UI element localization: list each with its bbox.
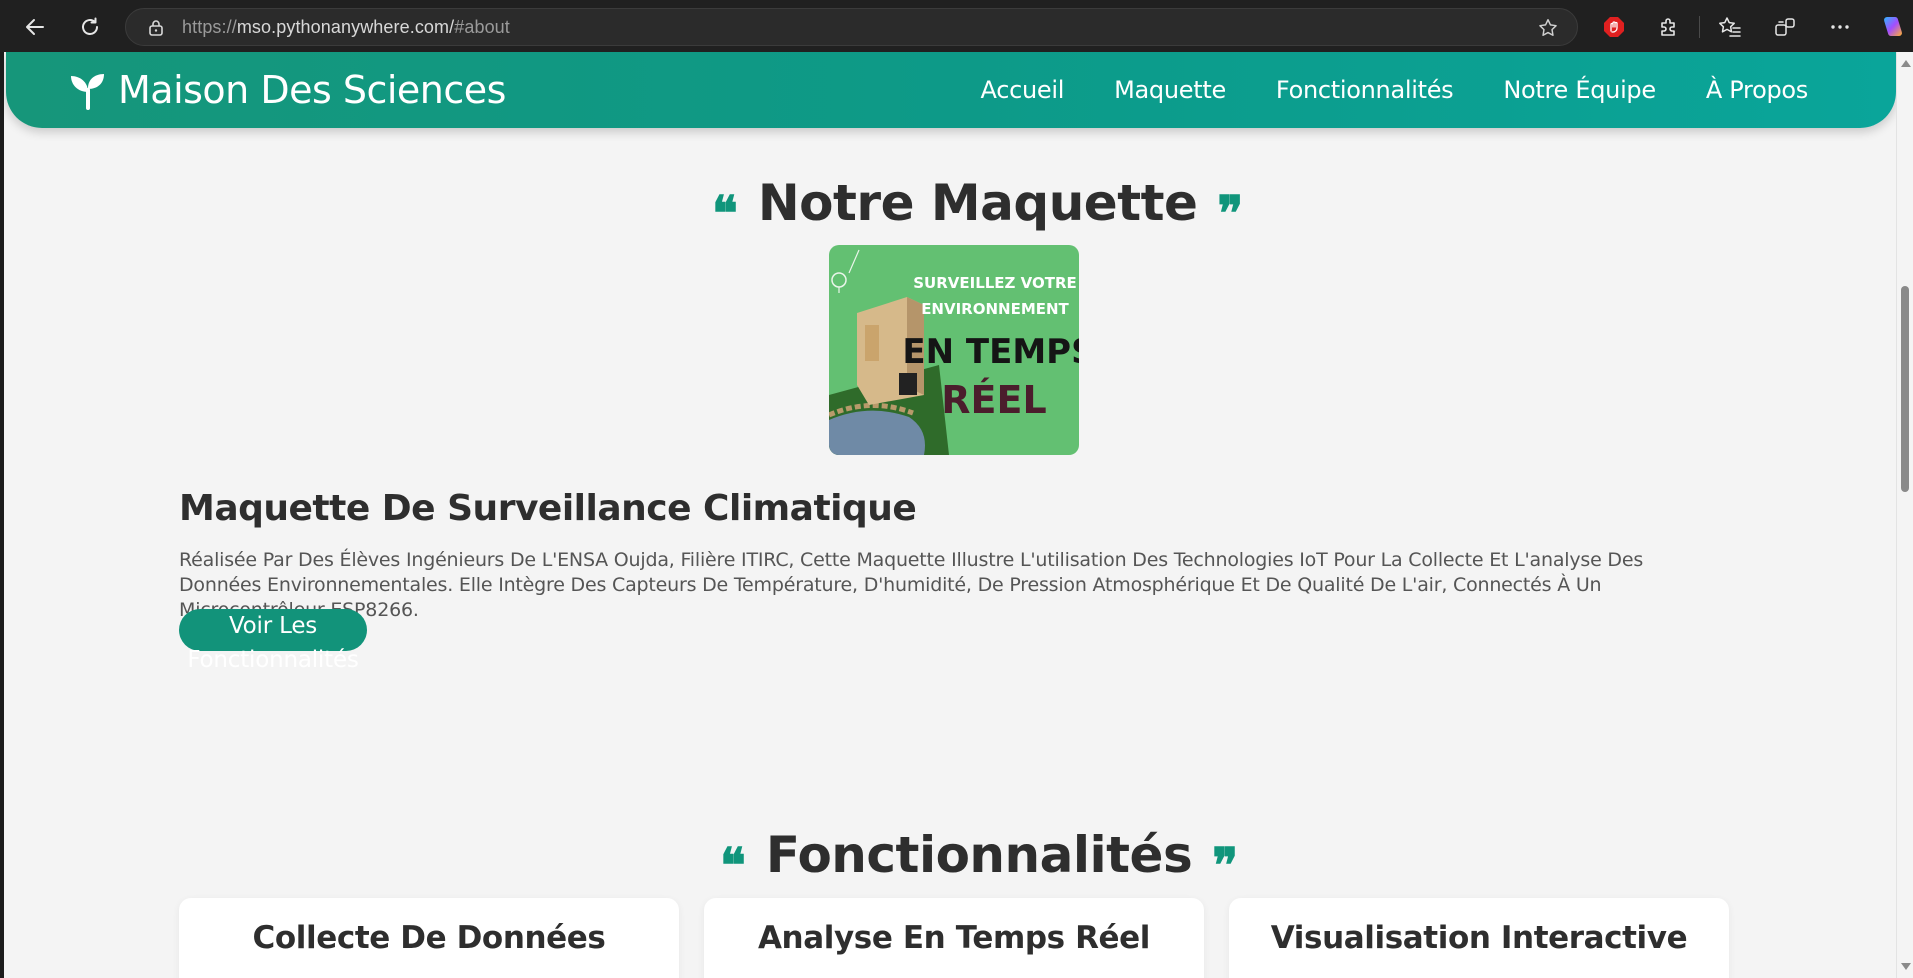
nav-link-fonctionnalites[interactable]: Fonctionnalités <box>1276 76 1454 104</box>
brand[interactable]: Maison Des Sciences <box>68 68 506 112</box>
cta-line-2: Fonctionnalités <box>187 647 359 673</box>
feature-card-collecte[interactable]: Collecte De Données <box>179 898 679 978</box>
brand-name: Maison Des Sciences <box>118 68 506 112</box>
feature-card-visualisation[interactable]: Visualisation Interactive <box>1229 898 1729 978</box>
favorites-list-icon[interactable] <box>1716 13 1744 41</box>
adblock-extension-icon[interactable] <box>1600 13 1628 41</box>
back-icon[interactable] <box>18 10 52 44</box>
site-header: Maison Des Sciences Accueil Maquette Fon… <box>6 52 1896 128</box>
copilot-icon[interactable] <box>1878 13 1906 41</box>
feature-card-title: Collecte De Données <box>252 920 606 956</box>
features-title-text: Fonctionnalités <box>765 826 1193 884</box>
more-options-icon[interactable] <box>1826 13 1854 41</box>
voir-fonctionnalites-button[interactable]: Voir Les Fonctionnalités <box>179 609 367 673</box>
seedling-icon <box>71 74 104 110</box>
page-viewport: Maison Des Sciences Accueil Maquette Fon… <box>0 52 1913 978</box>
toolbar-separator <box>1699 16 1700 38</box>
poster-line-4: RÉEL <box>941 378 1046 422</box>
address-bar[interactable]: https://mso.pythonanywhere.com/#about <box>125 8 1578 46</box>
cta-line-1: Voir Les <box>228 613 318 639</box>
poster-line-2: ENVIRONNEMENT <box>921 300 1069 318</box>
url-host: mso.pythonanywhere.com/ <box>236 16 455 37</box>
maquette-section-title: ❝ Notre Maquette ❞ <box>712 164 1243 242</box>
scrollbar-thumb[interactable] <box>1901 286 1909 492</box>
nav-link-notre-equipe[interactable]: Notre Équipe <box>1503 76 1656 104</box>
scroll-down-arrow-icon[interactable] <box>1901 963 1911 970</box>
url-fragment: #about <box>454 16 510 37</box>
feature-card-title: Visualisation Interactive <box>1270 920 1688 956</box>
maquette-poster-image: SURVEILLEZ VOTRE ENVIRONNEMENT EN TEMPS … <box>829 245 1079 455</box>
close-quote-icon: ❞ <box>1217 186 1244 242</box>
close-quote-icon: ❞ <box>1212 838 1239 894</box>
url-text[interactable]: https://mso.pythonanywhere.com/#about <box>182 17 510 38</box>
open-quote-icon: ❝ <box>720 838 746 894</box>
features-section-title: ❝ Fonctionnalités ❞ <box>720 816 1238 894</box>
maquette-heading: Maquette De Surveillance Climatique <box>179 488 917 529</box>
vertical-scrollbar[interactable] <box>1896 52 1913 978</box>
url-protocol: https:// <box>182 16 237 37</box>
poster-line-1: SURVEILLEZ VOTRE <box>913 274 1077 292</box>
nav-link-maquette[interactable]: Maquette <box>1114 76 1226 104</box>
maquette-description: Réalisée Par Des Élèves Ingénieurs De L'… <box>179 549 1644 621</box>
nav-link-accueil[interactable]: Accueil <box>981 76 1065 104</box>
refresh-icon[interactable] <box>73 10 107 44</box>
feature-cards: Collecte De Données Analyse En Temps Rée… <box>179 898 1729 978</box>
favorite-star-icon[interactable] <box>1537 17 1559 39</box>
main-nav: Accueil Maquette Fonctionnalités Notre É… <box>981 76 1809 104</box>
feature-card-analyse[interactable]: Analyse En Temps Réel <box>704 898 1204 978</box>
poster-line-3: EN TEMPS <box>902 332 1079 372</box>
open-quote-icon: ❝ <box>712 186 738 242</box>
scroll-up-arrow-icon[interactable] <box>1901 60 1911 67</box>
feature-card-title: Analyse En Temps Réel <box>757 920 1151 956</box>
maquette-title-text: Notre Maquette <box>757 174 1198 232</box>
collections-icon[interactable] <box>1771 13 1799 41</box>
browser-toolbar: https://mso.pythonanywhere.com/#about <box>0 0 1913 52</box>
lock-icon[interactable] <box>148 18 164 36</box>
nav-link-a-propos[interactable]: À Propos <box>1706 76 1808 104</box>
extensions-puzzle-icon[interactable] <box>1655 13 1683 41</box>
